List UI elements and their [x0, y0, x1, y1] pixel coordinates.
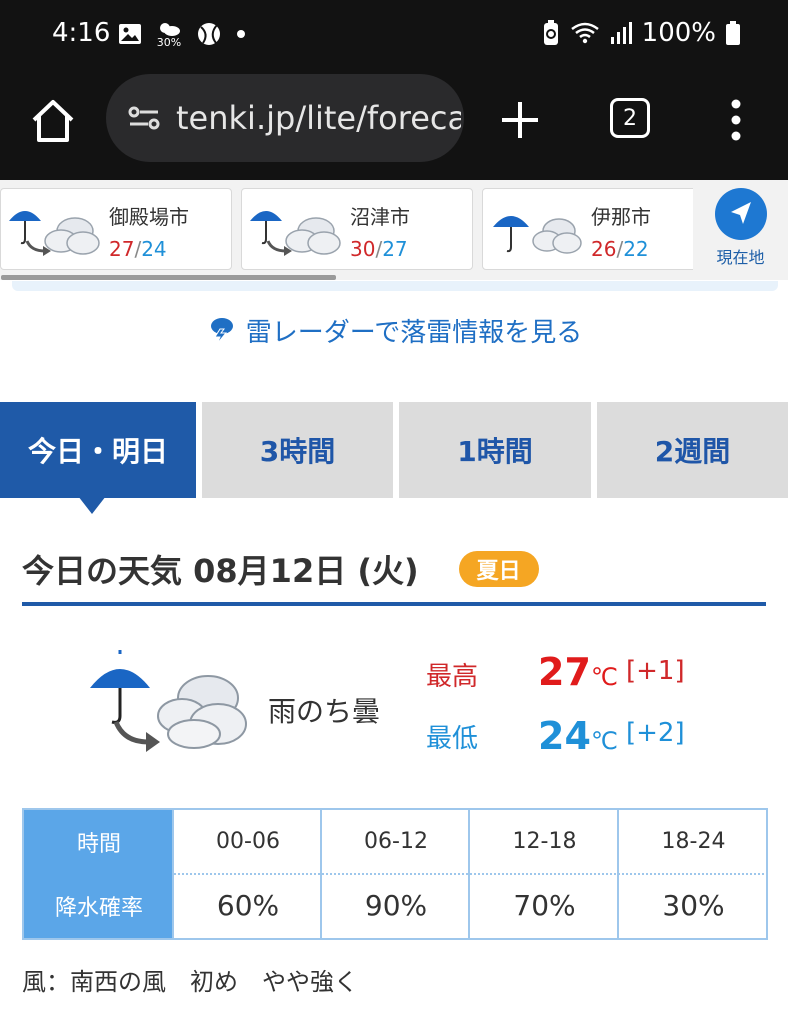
notification-dot-icon	[236, 29, 246, 39]
current-location-label: 現在地	[716, 248, 765, 267]
active-tab-pointer	[78, 496, 106, 514]
high-temp: 27℃	[538, 650, 618, 694]
precip-cell: 90%	[364, 889, 428, 922]
high-temp-label: 最高	[426, 662, 479, 692]
battery-icon	[726, 21, 740, 45]
navigation-arrow-icon	[715, 188, 767, 240]
gallery-icon	[118, 23, 142, 45]
browser-toolbar: tenki.jp/lite/forecast 2	[0, 68, 788, 180]
location-high: 30	[350, 237, 376, 261]
tab-today-tomorrow[interactable]: 今日・明日	[0, 402, 196, 498]
lightning-radar-link-text[interactable]: 雷レーダーで落雷情報を見る	[246, 312, 582, 349]
heading-divider	[22, 602, 766, 606]
rain-then-cloudy-icon	[250, 211, 341, 256]
scroll-indicator	[1, 275, 336, 280]
tab-count: 2	[623, 105, 637, 131]
rain-then-cloudy-icon	[9, 211, 100, 256]
low-temp-label: 最低	[426, 724, 479, 754]
tab-2-weeks[interactable]: 2週間	[597, 402, 788, 498]
rain-then-cloudy-icon	[90, 650, 247, 752]
forecast-tabs: 今日・明日 3時間 1時間 2週間	[0, 402, 788, 498]
precip-header: 降水確率	[24, 873, 174, 938]
table-row-divider	[174, 873, 768, 875]
wind-info: 風：南西の風 初め やや強く	[22, 968, 358, 996]
location-name: 伊那市	[591, 205, 651, 229]
weather-description: 雨のち曇	[268, 695, 381, 728]
location-temps: 26/22	[591, 237, 649, 261]
location-high: 27	[109, 237, 135, 261]
status-system-icons: 100%	[542, 18, 740, 48]
location-card[interactable]: 御殿場市 27/24	[0, 188, 336, 280]
battery-saver-icon	[542, 20, 560, 46]
ad-area-edge	[12, 281, 778, 291]
high-temp-value: 27	[538, 650, 591, 694]
precipitation-table: 時間 降水確率 00-06 06-12 12-18 18-24 60% 90% …	[22, 808, 768, 940]
weather-percent: 30%	[156, 35, 182, 49]
more-vert-icon	[731, 99, 741, 141]
location-name: 沼津市	[350, 205, 410, 229]
precip-cell: 70%	[513, 889, 576, 922]
period-cell: 12-18	[512, 829, 577, 854]
low-temp-diff: [+2]	[626, 718, 685, 748]
home-icon	[32, 100, 74, 142]
summer-day-badge: 夏日	[458, 551, 539, 587]
location-card[interactable]: 伊那市 26/22	[482, 188, 714, 270]
today-heading: 今日の天気 08月12日 (火) 夏日	[22, 546, 539, 592]
temp-unit: ℃	[590, 663, 618, 691]
period-cell: 06-12	[364, 829, 428, 854]
new-tab-button[interactable]	[498, 98, 542, 142]
time-header: 時間	[24, 810, 174, 873]
plus-icon	[502, 102, 538, 138]
status-notification-icons: 30%	[118, 18, 246, 50]
url-bar[interactable]: tenki.jp/lite/forecast	[106, 74, 464, 162]
location-low: 22	[623, 237, 649, 261]
period-cell: 18-24	[661, 829, 726, 854]
rain-sometimes-cloudy-icon	[493, 216, 582, 254]
sports-ball-icon	[196, 21, 222, 47]
period-cell: 00-06	[216, 829, 280, 854]
browser-menu-button[interactable]	[722, 96, 750, 144]
signal-icon	[610, 21, 632, 45]
current-location-button[interactable]: 現在地	[693, 180, 788, 280]
low-temp-value: 24	[538, 714, 591, 758]
url-text[interactable]: tenki.jp/lite/forecast	[176, 99, 461, 137]
location-high: 26	[591, 237, 617, 261]
weather-icon: 30%	[156, 21, 182, 48]
status-bar: 4:16 30% 100%	[0, 0, 788, 68]
tab-3-hours[interactable]: 3時間	[202, 402, 393, 498]
location-low: 27	[382, 237, 408, 261]
location-card[interactable]: 沼津市 30/27	[241, 188, 473, 270]
wifi-icon	[570, 21, 600, 45]
thunder-cloud-icon	[210, 318, 233, 345]
site-settings-icon[interactable]	[124, 98, 164, 138]
today-title: 今日の天気 08月12日 (火)	[22, 552, 419, 590]
home-button[interactable]	[28, 96, 78, 146]
tab-switcher-button[interactable]: 2	[610, 98, 650, 138]
lightning-radar-link[interactable]: 雷レーダーで落雷情報を見る	[0, 308, 788, 352]
temp-unit: ℃	[590, 727, 618, 755]
location-low: 24	[141, 237, 167, 261]
status-time: 4:16	[52, 18, 111, 48]
tab-1-hour[interactable]: 1時間	[399, 402, 591, 498]
precip-cell: 60%	[216, 889, 280, 922]
high-temp-diff: [+1]	[626, 656, 685, 686]
battery-percent: 100%	[641, 18, 716, 48]
low-temp: 24℃	[538, 714, 618, 758]
precip-cell: 30%	[662, 889, 725, 922]
location-temps: 30/27	[350, 237, 408, 261]
location-temps: 27/24	[109, 237, 167, 261]
location-name: 御殿場市	[109, 205, 189, 229]
location-history-strip: 御殿場市 27/24 沼津市 30/27 伊那市 26/22 現在地	[0, 180, 788, 280]
